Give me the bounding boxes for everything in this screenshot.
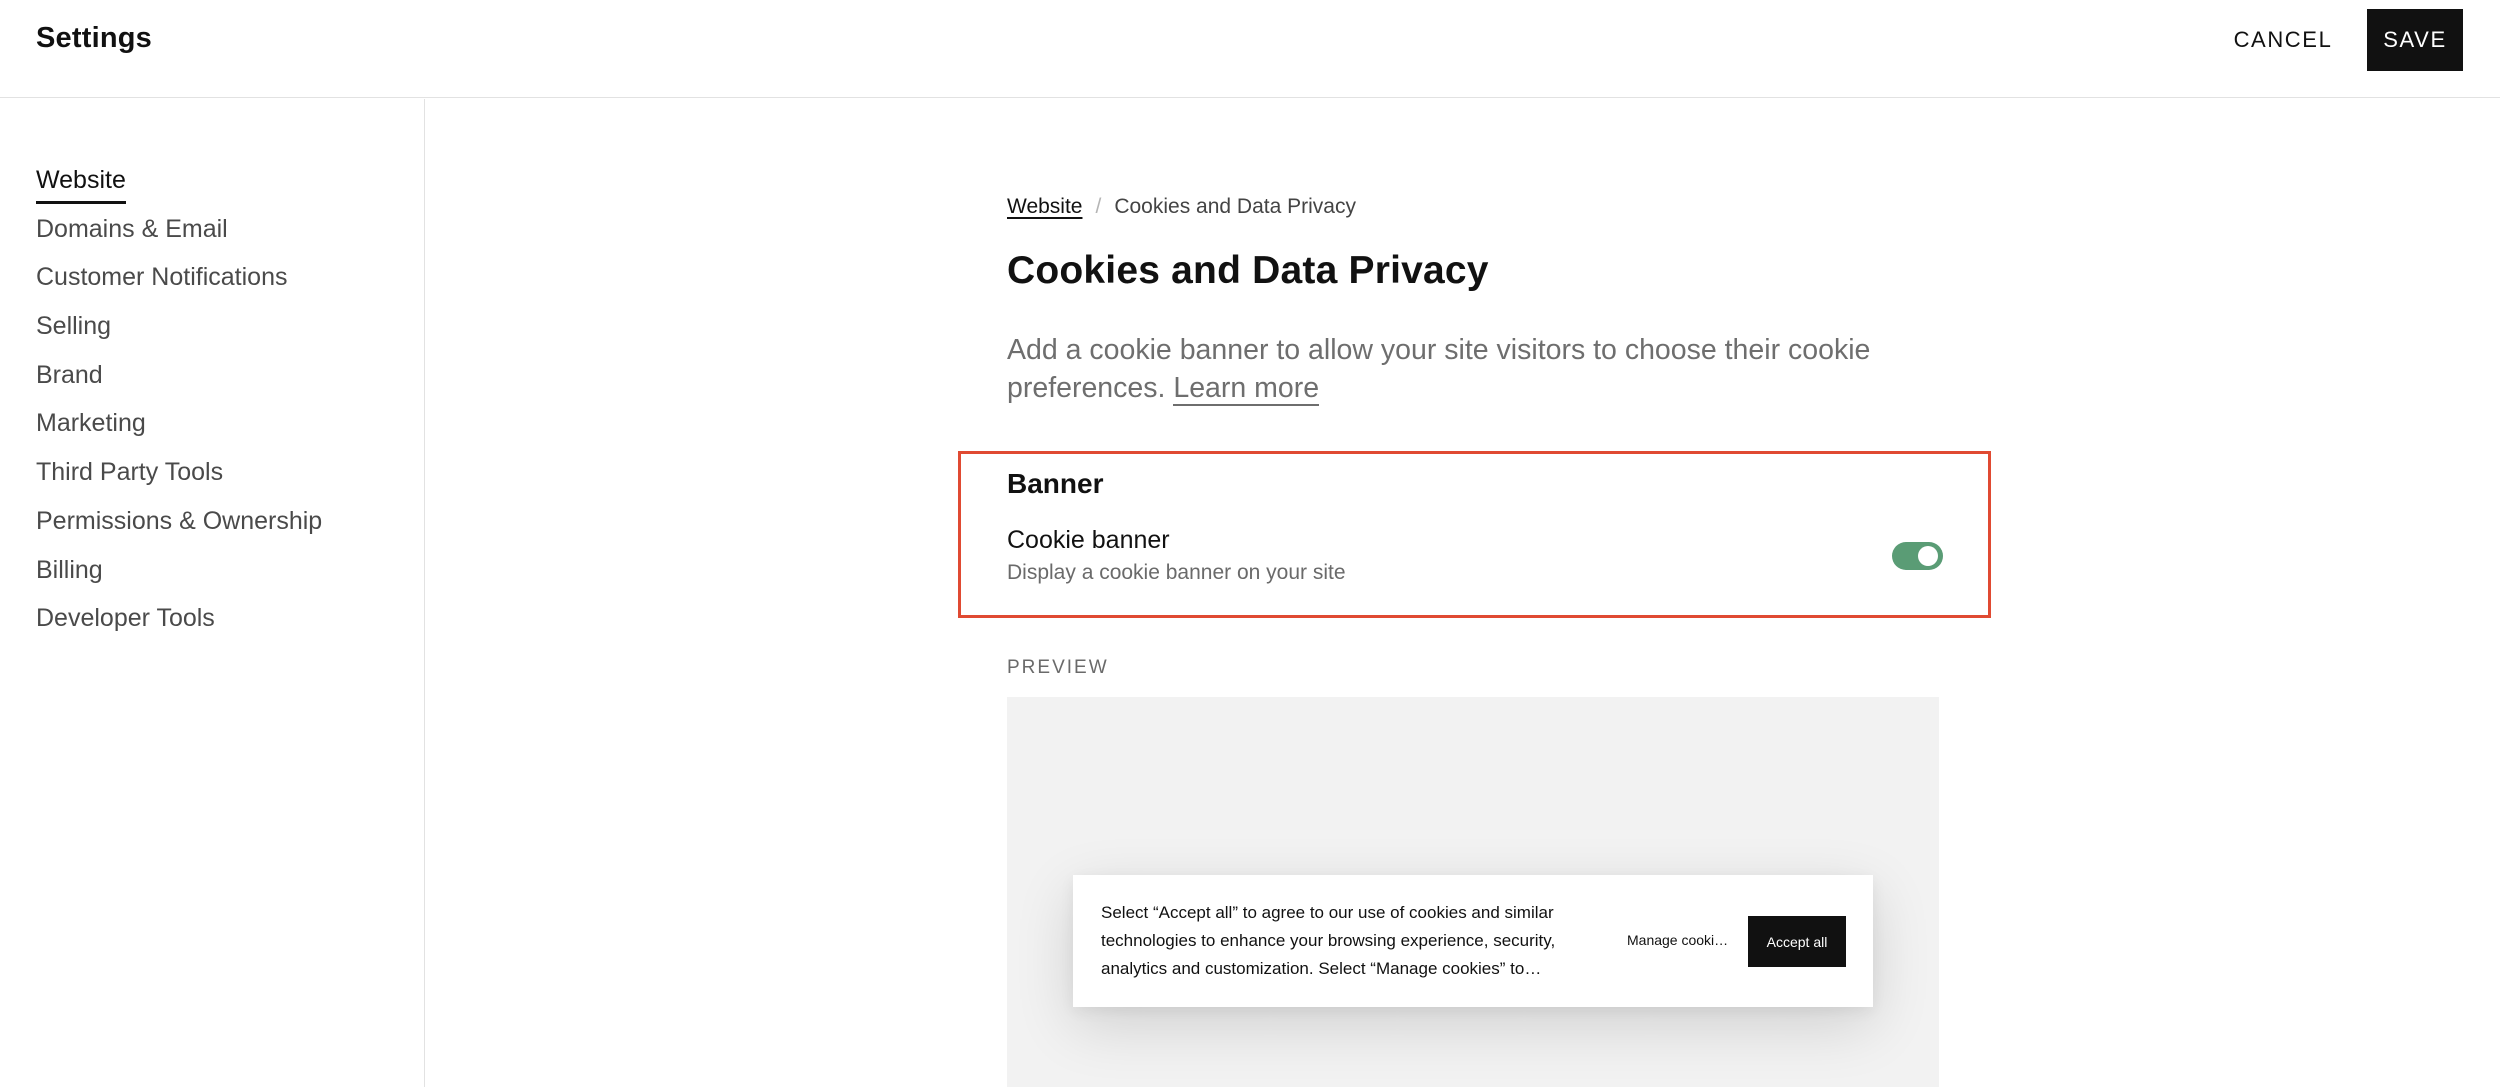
sidebar-item-label: Selling [36,312,112,341]
breadcrumb-website-link[interactable]: Website [1007,195,1082,218]
sidebar-item-label: Billing [36,555,103,584]
sidebar-item-brand[interactable]: Brand [36,360,322,409]
sidebar-item-billing[interactable]: Billing [36,555,322,604]
sidebar-item-label: Developer Tools [36,604,215,633]
sidebar-nav: Website Domains & Email Customer Notific… [36,165,322,652]
sidebar-item-label: Website [36,165,126,204]
sidebar-item-label: Customer Notifications [36,263,288,292]
sidebar-item-permissions-ownership[interactable]: Permissions & Ownership [36,506,322,555]
top-bar: Settings CANCEL SAVE [0,0,2500,98]
sidebar-item-label: Third Party Tools [36,458,224,487]
breadcrumb-current: Cookies and Data Privacy [1114,195,1356,218]
cookie-banner-preview: Select “Accept all” to agree to our use … [1007,697,1939,1087]
sidebar-item-label: Permissions & Ownership [36,506,323,535]
sidebar-item-domains-email[interactable]: Domains & Email [36,214,322,263]
toggle-knob [1918,546,1938,566]
description-text: Add a cookie banner to allow your site v… [1007,334,1871,404]
learn-more-link[interactable]: Learn more [1173,372,1320,406]
banner-heading: Banner [1007,468,1104,499]
save-button[interactable]: SAVE [2367,9,2463,71]
banner-settings-section: Banner Cookie banner Display a cookie ba… [958,451,1991,618]
preview-label: PREVIEW [1007,657,1109,678]
sidebar-item-third-party-tools[interactable]: Third Party Tools [36,457,322,506]
cookie-banner-text: Select “Accept all” to agree to our use … [1101,903,1556,978]
sidebar-item-customer-notifications[interactable]: Customer Notifications [36,262,322,311]
sidebar-item-selling[interactable]: Selling [36,311,322,360]
cookie-banner-label: Cookie banner [1007,526,1170,554]
manage-cookies-link[interactable]: Manage cooki… [1627,932,1728,948]
accept-all-button[interactable]: Accept all [1748,916,1846,967]
cancel-button[interactable]: CANCEL [2220,8,2346,72]
sidebar-item-developer-tools[interactable]: Developer Tools [36,603,322,652]
page-title: Cookies and Data Privacy [1007,249,1489,292]
cookie-banner-toggle[interactable] [1892,542,1943,570]
sidebar-item-label: Domains & Email [36,214,228,243]
cookie-banner-card: Select “Accept all” to agree to our use … [1073,875,1873,1007]
sidebar-item-marketing[interactable]: Marketing [36,408,322,457]
breadcrumb-separator: / [1095,195,1102,218]
sidebar-item-label: Marketing [36,409,146,438]
main-content: Website / Cookies and Data Privacy Cookies… [426,99,2500,1087]
settings-sidebar: Website Domains & Email Customer Notific… [0,99,425,1087]
sidebar-item-website[interactable]: Website [36,165,322,214]
sidebar-item-label: Brand [36,360,103,389]
page-description: Add a cookie banner to allow your site v… [1007,331,1957,407]
breadcrumb: Website / Cookies and Data Privacy [1007,195,1356,219]
cookie-banner-description: Display a cookie banner on your site [1007,561,1346,584]
app-title: Settings [36,22,152,54]
